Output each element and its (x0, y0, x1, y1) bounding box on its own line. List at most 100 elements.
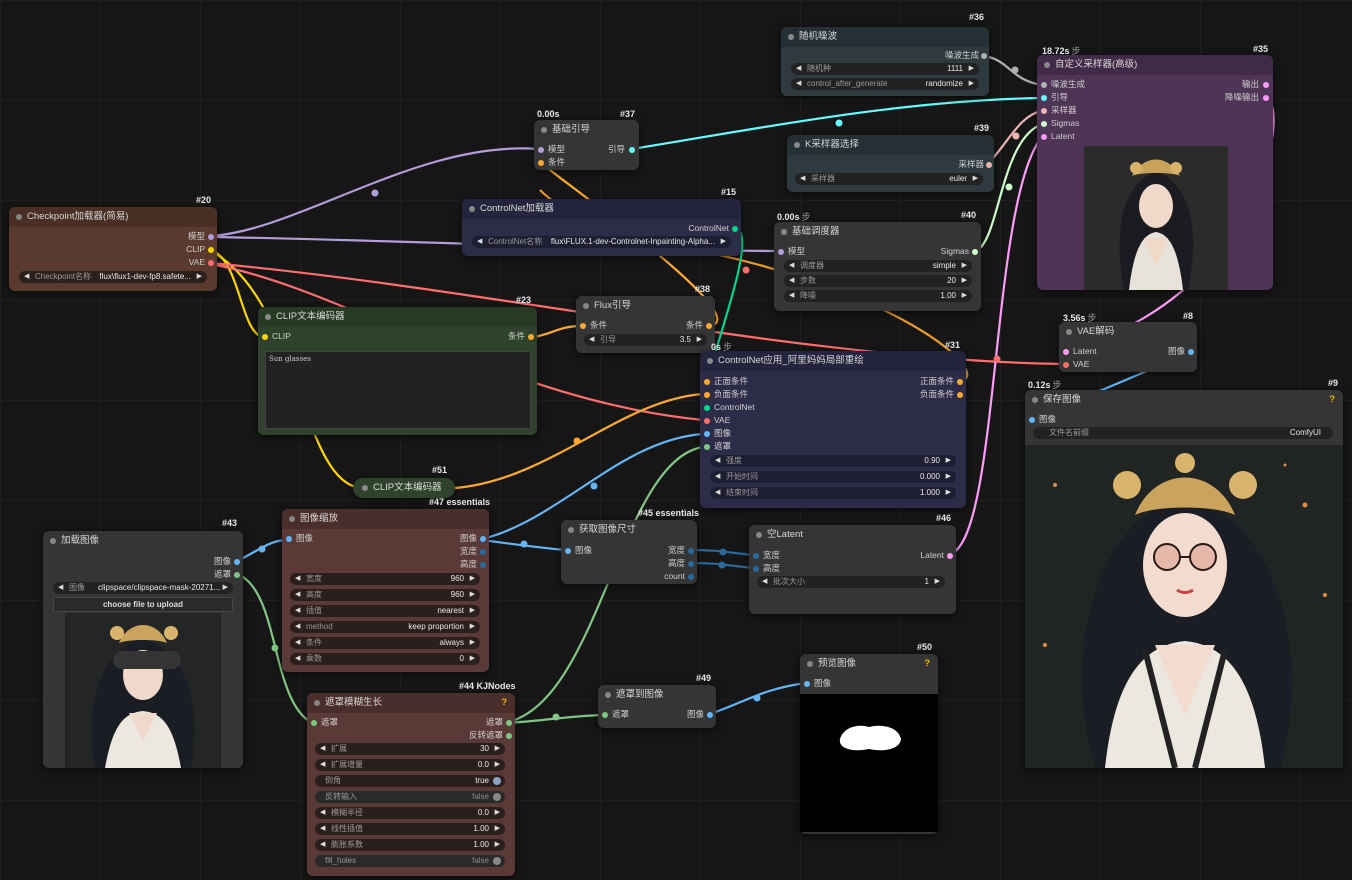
arrow-left-icon[interactable]: ◀ (789, 260, 794, 272)
collapse-dot-icon[interactable] (265, 314, 271, 320)
node-header[interactable]: 随机噪波 (781, 27, 989, 47)
collapse-dot-icon[interactable] (583, 303, 589, 309)
output-height[interactable]: 高度 (460, 558, 486, 571)
input-positive[interactable]: 正面条件 (704, 375, 748, 388)
input-latent[interactable]: Latent (1063, 345, 1097, 358)
collapse-dot-icon[interactable] (541, 127, 547, 133)
help-icon[interactable]: ? (501, 693, 507, 713)
arrow-left-icon[interactable]: ◀ (320, 839, 325, 851)
arrow-right-icon[interactable]: ▶ (495, 807, 500, 819)
arrow-left-icon[interactable]: ◀ (796, 63, 801, 75)
arrow-left-icon[interactable]: ◀ (58, 582, 63, 594)
arrow-left-icon[interactable]: ◀ (320, 807, 325, 819)
output-pin-icon[interactable] (707, 711, 713, 718)
fill-holes-toggle[interactable]: fill_holes false (315, 855, 505, 867)
input-height[interactable]: 高度 (753, 562, 780, 575)
arrow-left-icon[interactable]: ◀ (320, 759, 325, 771)
node-header[interactable]: 保存图像? (1025, 390, 1343, 410)
arrow-left-icon[interactable]: ◀ (589, 334, 594, 346)
output-mask[interactable]: 遮罩 (486, 716, 512, 729)
guidance-widget[interactable]: ◀ 引导 3.5 ▶ (584, 334, 707, 346)
output-pin-icon[interactable] (986, 161, 992, 168)
output-pin-icon[interactable] (506, 732, 512, 739)
help-icon[interactable]: ? (1329, 390, 1335, 410)
control-after-generate-widget[interactable]: ◀ control_after_generate randomize ▶ (791, 78, 979, 90)
arrow-left-icon[interactable]: ◀ (295, 637, 300, 649)
toggle-off-icon[interactable] (493, 857, 501, 865)
arrow-right-icon[interactable]: ▶ (721, 236, 726, 248)
input-pin-icon[interactable] (1041, 107, 1047, 114)
node-basic-guider[interactable]: 基础引导 模型 条件 引导 (534, 120, 639, 170)
node-header[interactable]: 自定义采样器(高级) (1037, 55, 1273, 75)
flip-input-toggle[interactable]: 反转输入 false (315, 791, 505, 803)
input-pin-icon[interactable] (1041, 94, 1047, 101)
input-pin-icon[interactable] (286, 535, 292, 542)
arrow-right-icon[interactable]: ▶ (470, 573, 475, 585)
node-header[interactable]: 获取图像尺寸 (561, 520, 697, 540)
arrow-right-icon[interactable]: ▶ (197, 271, 202, 283)
node-header[interactable]: 图像缩放 (282, 509, 489, 529)
node-flux-guidance[interactable]: Flux引导 条件 条件 ◀ 引导 3.5 ▶ (576, 296, 715, 353)
arrow-left-icon[interactable]: ◀ (762, 576, 767, 588)
input-pin-icon[interactable] (778, 248, 784, 255)
height-widget[interactable]: ◀ 高度 960 ▶ (290, 589, 480, 601)
arrow-right-icon[interactable]: ▶ (223, 582, 228, 594)
input-pin-icon[interactable] (602, 711, 608, 718)
arrow-left-icon[interactable]: ◀ (320, 743, 325, 755)
arrow-right-icon[interactable]: ▶ (470, 621, 475, 633)
input-conditioning[interactable]: 条件 (580, 319, 607, 332)
output-latent[interactable]: Latent (920, 549, 953, 562)
input-pin-icon[interactable] (704, 404, 710, 411)
arrow-right-icon[interactable]: ▶ (946, 471, 951, 483)
arrow-right-icon[interactable]: ▶ (969, 63, 974, 75)
input-image[interactable]: 图像 (286, 532, 313, 545)
output-mask[interactable]: 遮罩 (214, 568, 240, 581)
arrow-right-icon[interactable]: ▶ (697, 334, 702, 346)
output-image[interactable]: 图像 (1168, 345, 1194, 358)
input-pin-icon[interactable] (704, 417, 710, 424)
node-header[interactable]: 遮罩模糊生长? (307, 693, 515, 713)
input-pin-icon[interactable] (1041, 120, 1047, 127)
blur-radius-widget[interactable]: ◀ 模糊半径 0.0 ▶ (315, 807, 505, 819)
input-pin-icon[interactable] (262, 333, 268, 340)
arrow-left-icon[interactable]: ◀ (715, 487, 720, 499)
arrow-left-icon[interactable]: ◀ (789, 275, 794, 287)
output-pin-icon[interactable] (732, 225, 738, 232)
input-pin-icon[interactable] (538, 159, 544, 166)
arrow-left-icon[interactable]: ◀ (320, 823, 325, 835)
image-file-widget[interactable]: ◀ 图像 clipspace/clipspace-mask-20271... ▶ (53, 582, 233, 594)
arrow-left-icon[interactable]: ◀ (24, 271, 29, 283)
arrow-right-icon[interactable]: ▶ (962, 290, 967, 302)
arrow-right-icon[interactable]: ▶ (495, 759, 500, 771)
input-noise[interactable]: 噪波生成 (1041, 78, 1085, 91)
tapered-corners-toggle[interactable]: 倒角 true (315, 775, 505, 787)
input-pin-icon[interactable] (538, 146, 544, 153)
arrow-right-icon[interactable]: ▶ (470, 589, 475, 601)
output-pin-icon[interactable] (480, 535, 486, 542)
arrow-left-icon[interactable]: ◀ (295, 589, 300, 601)
output-pin-icon[interactable] (957, 378, 963, 385)
arrow-left-icon[interactable]: ◀ (800, 173, 805, 185)
node-header[interactable]: 预览图像? (800, 654, 938, 674)
prompt-textarea[interactable]: Sun glasses (265, 351, 531, 429)
node-header[interactable]: ControlNet加载器 (462, 199, 741, 219)
node-header[interactable]: 加载图像 (43, 531, 243, 551)
sampler-name-widget[interactable]: ◀ 采样器 euler ▶ (795, 173, 983, 185)
multiple-of-widget[interactable]: ◀ 乘数 0 ▶ (290, 653, 480, 665)
output-model[interactable]: 模型 (188, 230, 214, 243)
denoise-widget[interactable]: ◀ 降噪 1.00 ▶ (784, 290, 972, 302)
collapse-dot-icon[interactable] (469, 206, 475, 212)
node-header[interactable]: 空Latent (749, 525, 956, 545)
input-vae[interactable]: VAE (704, 414, 730, 427)
input-image[interactable]: 图像 (804, 677, 831, 690)
output-sigmas[interactable]: Sigmas (941, 245, 978, 258)
collapse-dot-icon[interactable] (1066, 329, 1072, 335)
input-pin-icon[interactable] (1029, 416, 1035, 423)
output-pin-icon[interactable] (947, 552, 953, 559)
arrow-right-icon[interactable]: ▶ (470, 605, 475, 617)
collapse-dot-icon[interactable] (314, 700, 320, 706)
node-vae-decode[interactable]: VAE解码 Latent VAE 图像 (1059, 322, 1197, 372)
input-conditioning[interactable]: 条件 (538, 156, 565, 169)
arrow-left-icon[interactable]: ◀ (789, 290, 794, 302)
node-header[interactable]: ControlNet应用_阿里妈妈局部重绘 (700, 351, 966, 371)
